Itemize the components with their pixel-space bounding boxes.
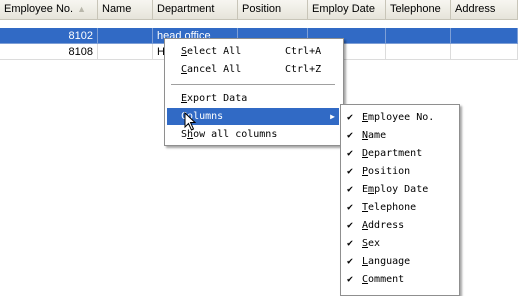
- columns-submenu-item[interactable]: ✔ Comment: [343, 271, 455, 288]
- header-telephone[interactable]: Telephone: [386, 0, 451, 19]
- mouse-pointer-icon: [184, 112, 197, 131]
- cell-address[interactable]: [451, 28, 518, 44]
- sort-ascending-icon: ▲: [77, 4, 87, 14]
- cell-name[interactable]: [98, 44, 153, 60]
- submenu-arrow-icon: ▶: [330, 112, 335, 121]
- columns-submenu-item[interactable]: ✔ Employ Date: [343, 181, 455, 198]
- checkmark-icon: ✔: [347, 238, 354, 249]
- header-address[interactable]: Address: [451, 0, 518, 19]
- select-all-label: elect All: [187, 46, 242, 57]
- cell-address[interactable]: [451, 44, 518, 60]
- cancel-all-label: ancel All: [187, 64, 242, 75]
- columns-submenu-item-label: Department: [362, 148, 423, 159]
- checkmark-icon: ✔: [347, 184, 354, 195]
- columns-submenu-item-label: Sex: [362, 238, 381, 249]
- header-name[interactable]: Name: [98, 0, 153, 19]
- columns-submenu-item[interactable]: ✔ Sex: [343, 235, 455, 252]
- checkmark-icon: ✔: [347, 274, 354, 285]
- columns-submenu-item[interactable]: ✔ Telephone: [343, 199, 455, 216]
- columns-submenu-item-label: Name: [362, 130, 387, 141]
- columns-submenu: ✔ Employee No. ✔ Name ✔ Department ✔ Position ✔ E…: [340, 104, 460, 296]
- menu-item-export-data[interactable]: Export Data: [167, 90, 339, 107]
- show-all-columns-label-rest: ow all columns: [193, 129, 278, 140]
- checkmark-icon: ✔: [347, 148, 354, 159]
- select-all-shortcut: Ctrl+A: [285, 46, 322, 57]
- export-data-label: xport Data: [187, 93, 248, 104]
- columns-submenu-item-label: Address: [362, 220, 405, 231]
- header-position[interactable]: Position: [238, 0, 308, 19]
- checkmark-icon: ✔: [347, 220, 354, 231]
- checkmark-icon: ✔: [347, 256, 354, 267]
- checkmark-icon: ✔: [347, 166, 354, 177]
- columns-submenu-item-label: Position: [362, 166, 411, 177]
- checkmark-icon: ✔: [347, 130, 354, 141]
- cancel-all-shortcut: Ctrl+Z: [285, 64, 322, 75]
- grid-header: Employee No. ▲ Name Department Position E…: [0, 0, 518, 20]
- cell-telephone[interactable]: [386, 44, 451, 60]
- menu-separator: [171, 84, 335, 85]
- columns-submenu-item[interactable]: ✔ Department: [343, 145, 455, 162]
- columns-submenu-item-label: Telephone: [362, 202, 417, 213]
- menu-item-select-all[interactable]: Select All Ctrl+A: [167, 43, 339, 60]
- checkmark-icon: ✔: [347, 112, 354, 123]
- checkmark-icon: ✔: [347, 202, 354, 213]
- header-employee-no[interactable]: Employee No. ▲: [0, 0, 98, 19]
- cell-employee-no[interactable]: 8108: [0, 44, 98, 60]
- columns-submenu-item-label: Employ Date: [362, 184, 429, 195]
- header-department[interactable]: Department: [153, 0, 238, 19]
- cell-telephone[interactable]: [386, 28, 451, 44]
- cell-employee-no[interactable]: 8102: [0, 28, 98, 44]
- columns-submenu-item[interactable]: ✔ Position: [343, 163, 455, 180]
- columns-submenu-item[interactable]: ✔ Address: [343, 217, 455, 234]
- menu-item-cancel-all[interactable]: Cancel All Ctrl+Z: [167, 61, 339, 78]
- columns-submenu-item-label: Language: [362, 256, 411, 267]
- header-employ-date[interactable]: Employ Date: [308, 0, 386, 19]
- columns-submenu-item[interactable]: ✔ Language: [343, 253, 455, 270]
- columns-submenu-item-label: Employee No.: [362, 112, 435, 123]
- cell-name[interactable]: [98, 28, 153, 44]
- columns-submenu-item[interactable]: ✔ Employee No.: [343, 109, 455, 126]
- columns-submenu-item[interactable]: ✔ Name: [343, 127, 455, 144]
- header-employee-no-label: Employee No.: [4, 3, 74, 15]
- columns-submenu-item-label: Comment: [362, 274, 405, 285]
